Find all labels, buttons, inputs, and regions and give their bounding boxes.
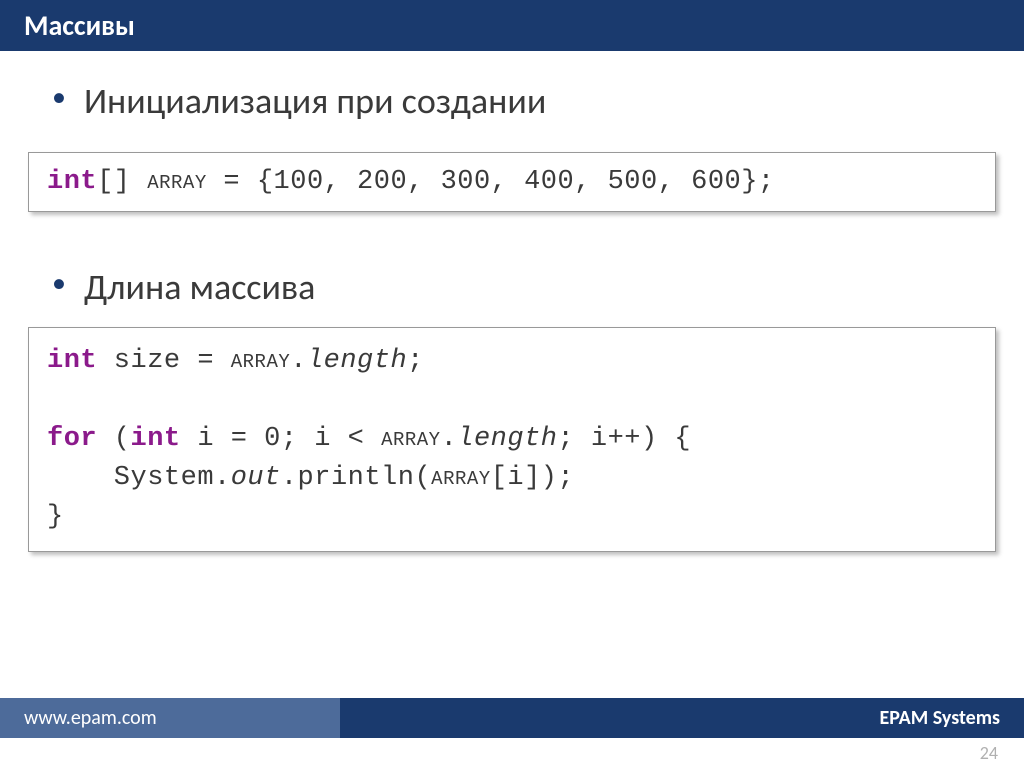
code-block-2: int size = array.length;for (int i = 0; … [28,327,996,553]
bullet-dot-icon: • [52,267,66,299]
bullet-item-2: • Длина массива [28,267,996,308]
bullet-item-1: • Инициализация при создании [28,81,996,122]
page-number: 24 [980,742,998,764]
footer-company: EPAM Systems [340,698,1024,738]
footer-url: www.epam.com [0,698,340,738]
bullet-text-1: Инициализация при создании [84,81,546,122]
slide-header: Массивы [0,0,1024,51]
code-block-1: int[] array = {100, 200, 300, 400, 500, … [28,152,996,212]
slide-title: Массивы [24,8,135,43]
slide-content: • Инициализация при создании int[] array… [0,51,1024,612]
bullet-text-2: Длина массива [84,267,315,308]
bullet-dot-icon: • [52,81,66,113]
slide-footer: www.epam.com EPAM Systems [0,698,1024,738]
